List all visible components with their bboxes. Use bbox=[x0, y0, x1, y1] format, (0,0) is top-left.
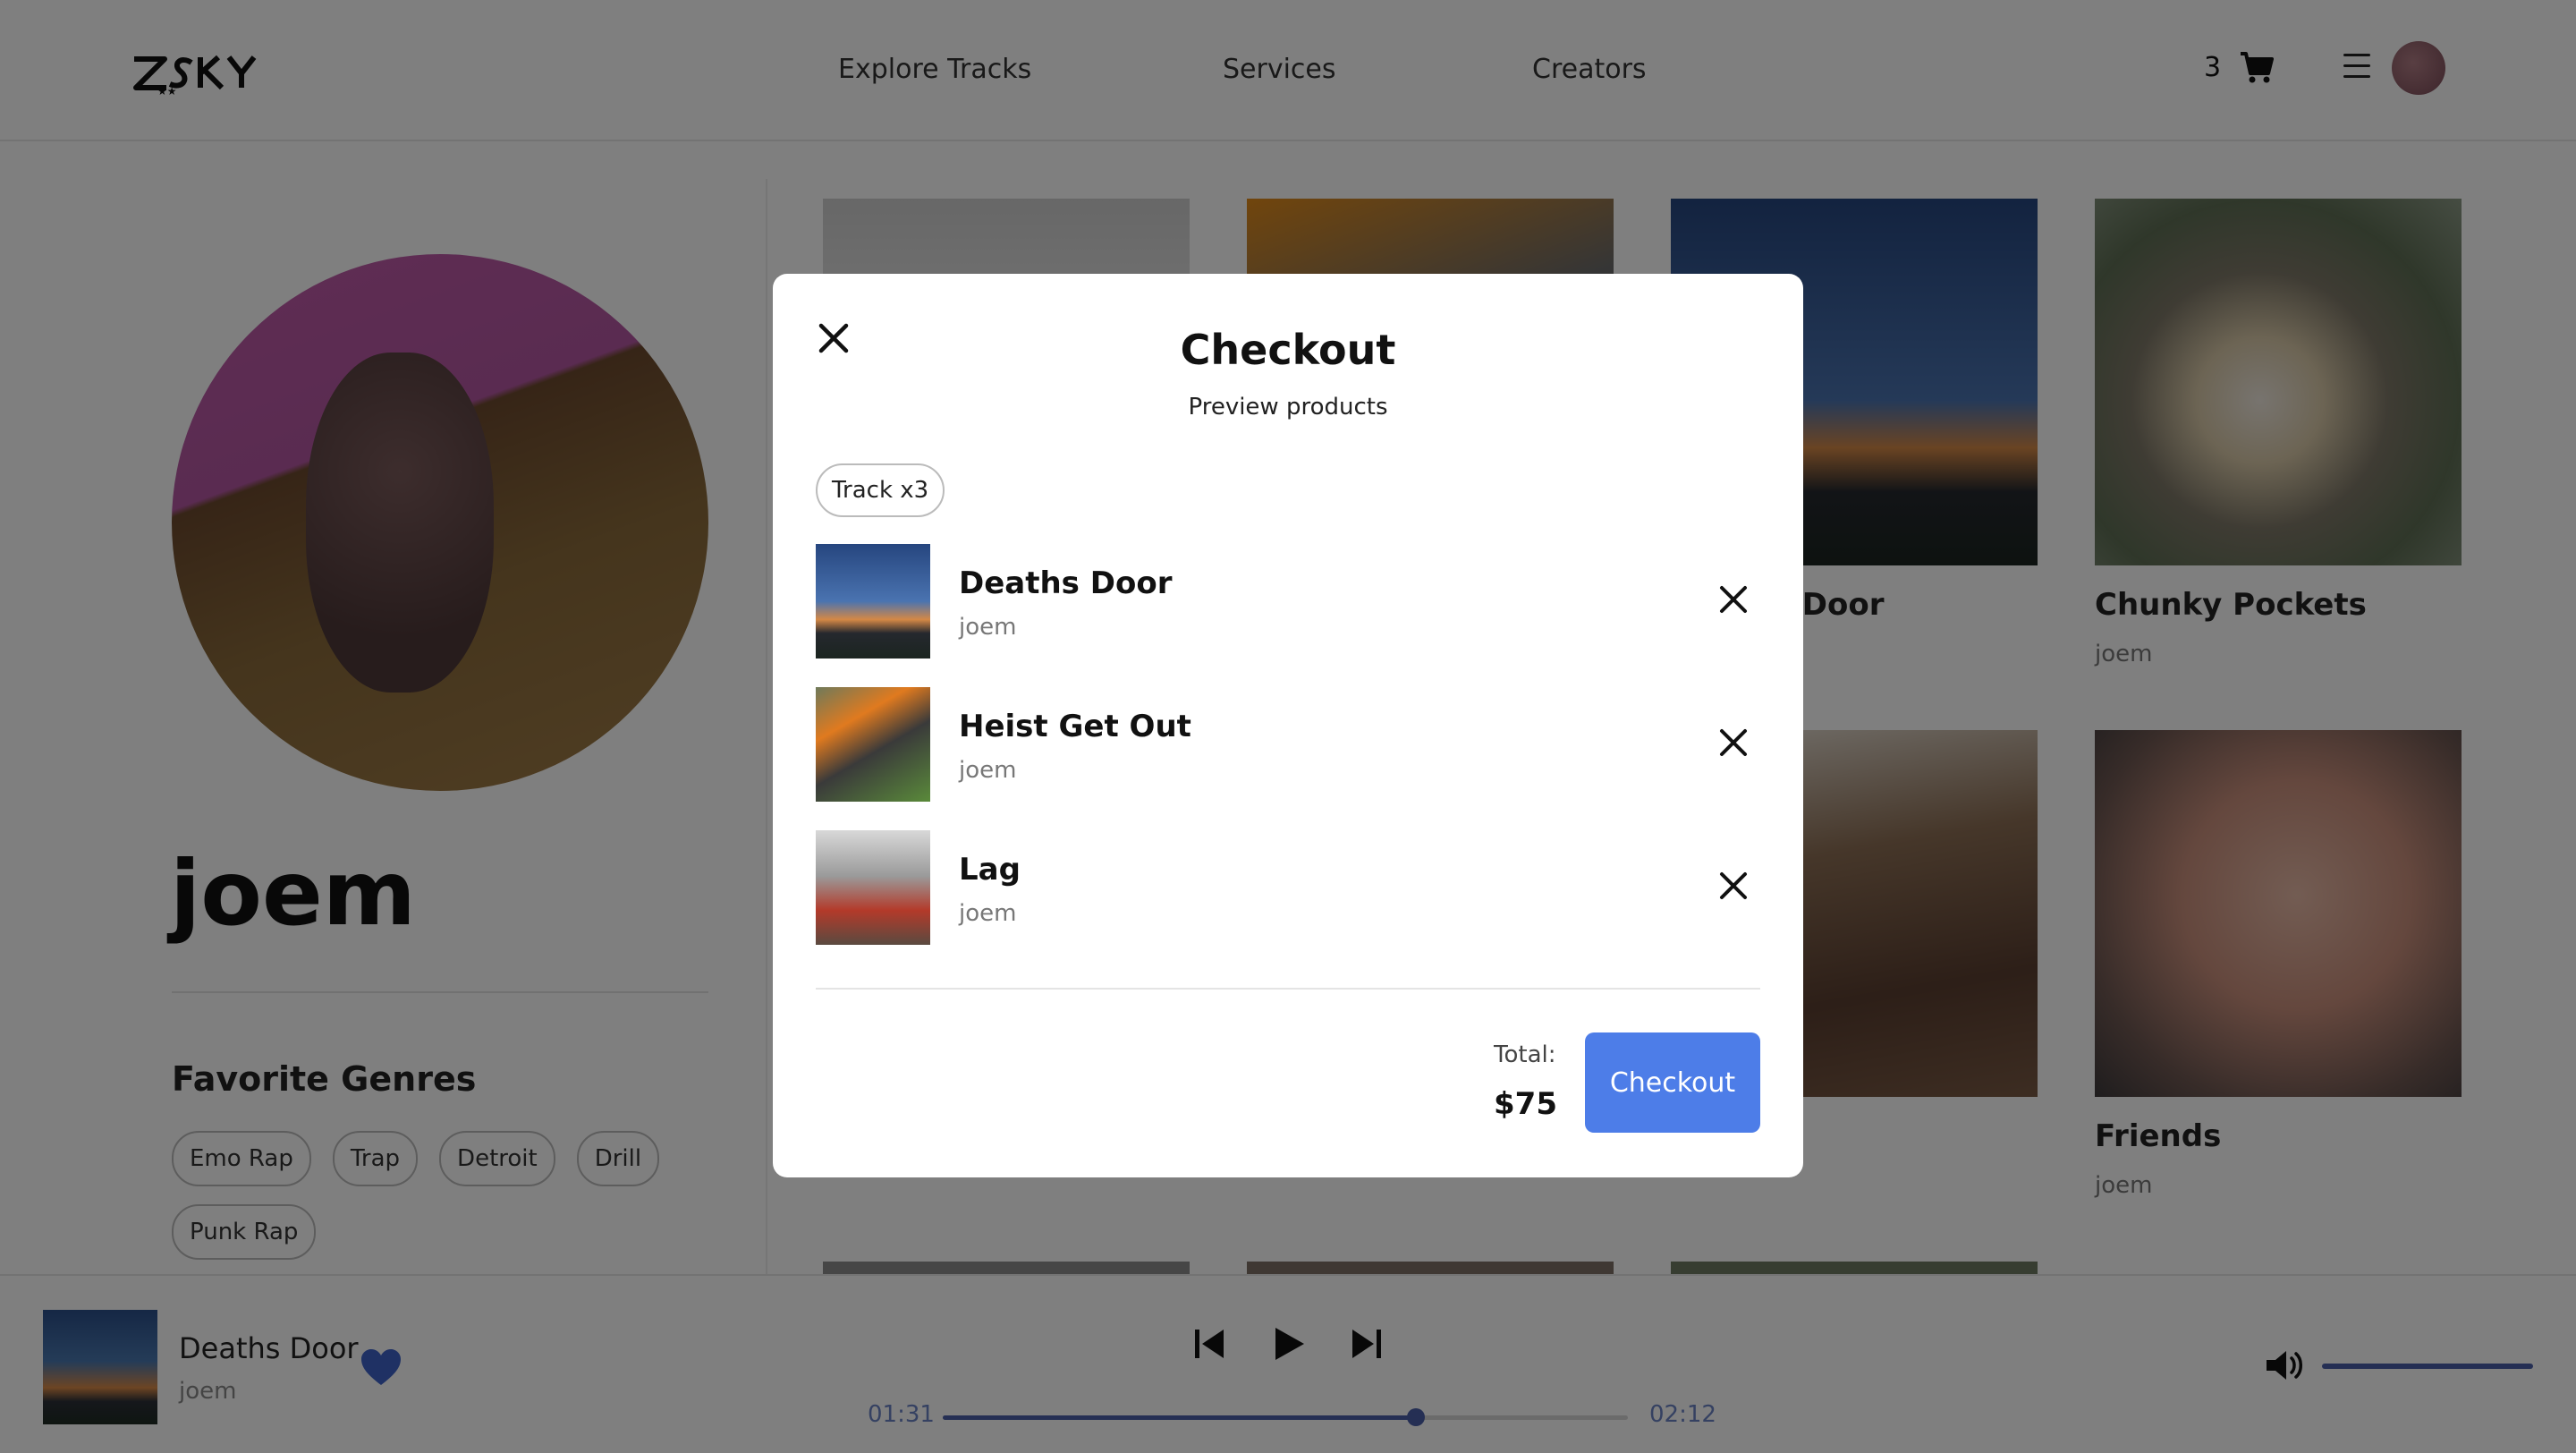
modal-subtitle: Preview products bbox=[1188, 394, 1388, 421]
cart-item: Deaths Door joem bbox=[816, 544, 1760, 659]
divider bbox=[816, 988, 1760, 990]
item-title: Heist Get Out bbox=[959, 709, 1191, 744]
item-cover bbox=[816, 830, 930, 945]
close-icon[interactable] bbox=[1717, 726, 1750, 759]
cart-item: Heist Get Out joem bbox=[816, 687, 1760, 802]
product-count-chip: Track x3 bbox=[816, 463, 945, 517]
total-value: $75 bbox=[1494, 1086, 1557, 1122]
item-cover bbox=[816, 687, 930, 802]
item-title: Lag bbox=[959, 852, 1021, 888]
checkout-modal: Checkout Preview products Track x3 Death… bbox=[773, 274, 1803, 1177]
cart-item: Lag joem bbox=[816, 830, 1760, 945]
modal-title: Checkout bbox=[1180, 326, 1396, 374]
total-label: Total: bbox=[1494, 1041, 1556, 1068]
item-artist: joem bbox=[959, 614, 1017, 641]
item-artist: joem bbox=[959, 900, 1017, 927]
close-icon[interactable] bbox=[1717, 870, 1750, 902]
item-cover bbox=[816, 544, 930, 659]
checkout-button[interactable]: Checkout bbox=[1585, 1032, 1760, 1133]
item-artist: joem bbox=[959, 757, 1017, 784]
item-title: Deaths Door bbox=[959, 565, 1173, 601]
close-icon[interactable] bbox=[1717, 583, 1750, 616]
